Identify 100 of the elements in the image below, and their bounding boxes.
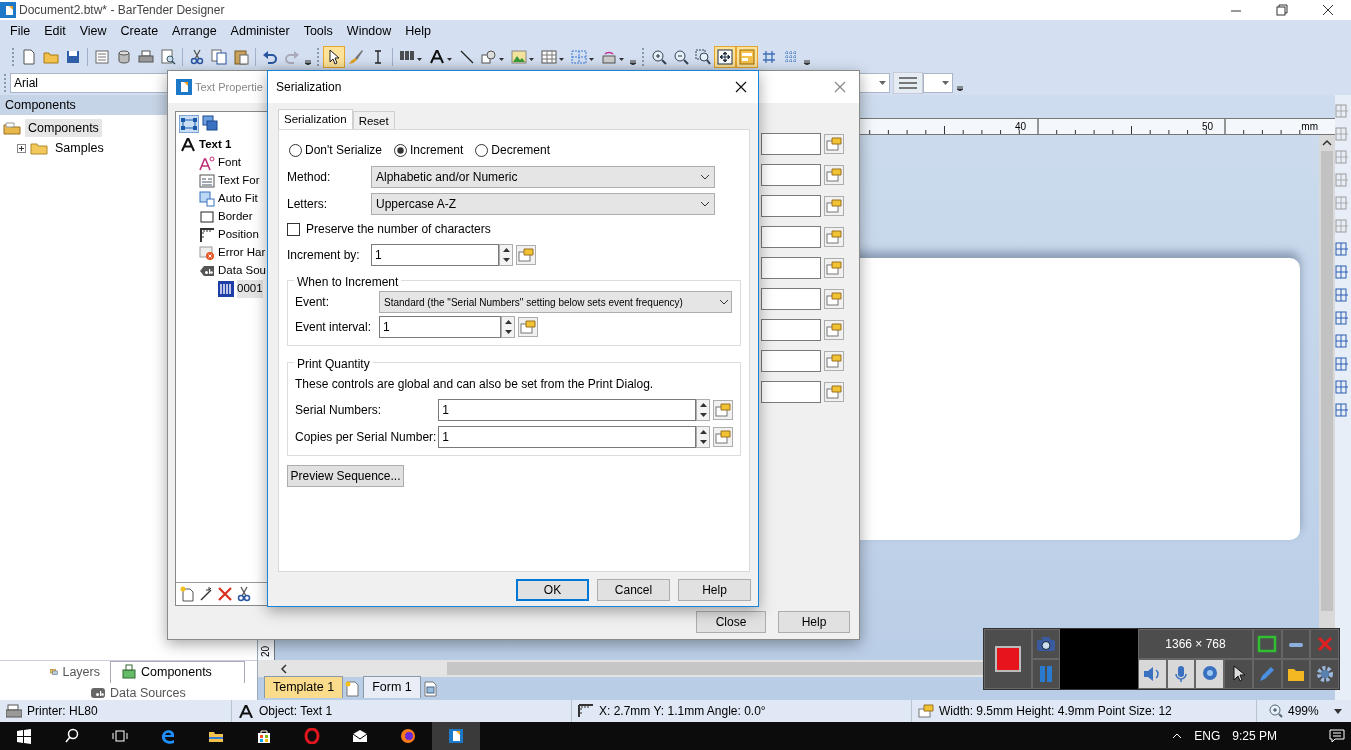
selection-icon[interactable] bbox=[180, 116, 198, 132]
properties-button[interactable] bbox=[824, 320, 844, 340]
menu-item[interactable]: Window bbox=[339, 22, 399, 41]
input-field[interactable] bbox=[761, 350, 821, 372]
camera-icon[interactable] bbox=[1036, 636, 1056, 652]
input-field[interactable] bbox=[761, 381, 821, 403]
wand-icon[interactable] bbox=[198, 586, 214, 602]
line-spacing-icon[interactable] bbox=[893, 71, 923, 94]
layers-icon[interactable] bbox=[202, 115, 218, 131]
up-arrow-icon[interactable] bbox=[502, 248, 510, 252]
radio-button[interactable] bbox=[289, 143, 302, 157]
dropdown-icon[interactable] bbox=[1333, 708, 1342, 714]
panel-tab[interactable]: Components bbox=[110, 661, 245, 683]
preview-button[interactable]: Preview Sequence... bbox=[287, 465, 404, 487]
dropdown-field[interactable] bbox=[858, 72, 890, 93]
tray-caret-icon[interactable] bbox=[1172, 733, 1183, 739]
panel-tab[interactable]: Data Sources bbox=[80, 682, 196, 704]
task-view-icon[interactable] bbox=[112, 728, 128, 744]
scissors-icon[interactable] bbox=[236, 586, 252, 602]
dropdown-field[interactable]: Standard (the "Serial Numbers" setting below sets event frequency) bbox=[379, 291, 732, 313]
align-icon[interactable] bbox=[1335, 310, 1349, 326]
record-button[interactable] bbox=[995, 646, 1021, 672]
tree-item[interactable]: Components bbox=[25, 118, 102, 138]
fit-icon[interactable] bbox=[714, 45, 736, 68]
input-field[interactable]: 1 bbox=[438, 426, 697, 448]
dropdown-field[interactable] bbox=[923, 72, 953, 93]
windows-icon[interactable] bbox=[16, 728, 32, 744]
browser-icon[interactable] bbox=[160, 728, 176, 744]
dialog-button[interactable]: Cancel bbox=[597, 579, 670, 601]
align-icon[interactable] bbox=[1335, 402, 1349, 418]
radio-label[interactable]: Increment bbox=[410, 141, 464, 159]
menu-item[interactable]: Tools bbox=[296, 22, 340, 41]
notification-icon[interactable] bbox=[1329, 729, 1345, 743]
input-field[interactable] bbox=[761, 257, 821, 279]
expand-icon[interactable] bbox=[17, 143, 26, 153]
tree-item[interactable]: Samples bbox=[52, 138, 107, 158]
down-arrow-icon[interactable] bbox=[502, 258, 510, 262]
tree-item[interactable]: Font bbox=[218, 154, 241, 172]
input-field[interactable]: 1 bbox=[438, 399, 697, 421]
properties-button[interactable] bbox=[824, 227, 844, 247]
clock[interactable]: 9:25 PM bbox=[1232, 727, 1277, 745]
input-field[interactable] bbox=[761, 195, 821, 217]
restore-button[interactable] bbox=[1273, 1, 1291, 19]
radio-label[interactable]: Don't Serialize bbox=[305, 141, 382, 159]
tree-item[interactable]: Auto Fit bbox=[218, 190, 258, 208]
template-tab[interactable]: Form 1 bbox=[363, 676, 421, 698]
close-icon[interactable] bbox=[735, 81, 747, 93]
properties-button[interactable] bbox=[824, 165, 844, 185]
spinner-control[interactable] bbox=[501, 316, 515, 338]
app-logo-icon[interactable] bbox=[448, 728, 464, 744]
checkbox[interactable] bbox=[287, 222, 300, 236]
dropdown-field[interactable]: Uppercase A-Z bbox=[371, 193, 715, 215]
menu-item[interactable]: Administer bbox=[223, 22, 297, 41]
bag-icon[interactable] bbox=[256, 728, 272, 744]
tree-item[interactable]: Text For bbox=[218, 172, 260, 190]
up-arrow-icon[interactable] bbox=[504, 320, 512, 324]
align-icon[interactable] bbox=[1335, 379, 1349, 395]
dialog-button[interactable]: OK bbox=[516, 579, 589, 601]
align-icon[interactable] bbox=[1335, 264, 1349, 280]
spinner-control[interactable] bbox=[696, 399, 711, 421]
delete-icon[interactable] bbox=[217, 586, 233, 602]
ring-icon[interactable] bbox=[304, 728, 320, 744]
checkbox-label[interactable]: Preserve the number of characters bbox=[306, 220, 491, 238]
radio-button[interactable] bbox=[394, 143, 407, 157]
input-field[interactable]: 1 bbox=[371, 244, 499, 266]
properties-button[interactable] bbox=[824, 289, 844, 309]
tree-item[interactable]: Error Har bbox=[218, 244, 266, 262]
tree-item[interactable]: Border bbox=[218, 208, 253, 226]
search-icon[interactable] bbox=[64, 728, 80, 744]
dropdown-field[interactable]: Alphabetic and/or Numeric bbox=[371, 166, 715, 188]
dialog-tab[interactable]: Reset bbox=[352, 111, 395, 129]
align-icon[interactable] bbox=[1335, 333, 1349, 349]
menu-item[interactable]: File bbox=[3, 22, 38, 41]
spinner-control[interactable] bbox=[499, 244, 513, 266]
properties-button[interactable] bbox=[824, 258, 844, 278]
input-field[interactable]: 1 bbox=[379, 316, 501, 338]
input-field[interactable] bbox=[761, 226, 821, 248]
down-arrow-icon[interactable] bbox=[699, 413, 707, 417]
align-icon[interactable] bbox=[1335, 356, 1349, 372]
menu-item[interactable]: Edit bbox=[37, 22, 73, 41]
panel-tab[interactable]: Layers bbox=[40, 661, 110, 683]
envelope-icon[interactable] bbox=[352, 728, 368, 744]
dialog-button[interactable]: Help bbox=[678, 579, 751, 601]
dialog-button[interactable]: Help bbox=[778, 611, 850, 633]
align-icon[interactable] bbox=[1335, 287, 1349, 303]
menu-item[interactable]: Create bbox=[113, 22, 166, 41]
tree-item[interactable]: Data Sou bbox=[218, 262, 266, 280]
tree-item[interactable]: Position bbox=[218, 226, 259, 244]
align-icon[interactable] bbox=[1335, 241, 1349, 257]
tree-item[interactable]: Text 1 bbox=[199, 136, 232, 154]
dialog-button[interactable]: Close bbox=[696, 611, 766, 633]
radio-label[interactable]: Decrement bbox=[491, 141, 551, 159]
menu-item[interactable]: Arrange bbox=[165, 22, 224, 41]
up-arrow-icon[interactable] bbox=[699, 430, 707, 434]
properties-button[interactable] bbox=[824, 134, 844, 154]
pointer-icon[interactable] bbox=[323, 45, 345, 68]
menu-item[interactable]: Help bbox=[398, 22, 438, 41]
down-arrow-icon[interactable] bbox=[699, 440, 707, 444]
caret-icon[interactable] bbox=[942, 80, 949, 85]
input-field[interactable] bbox=[761, 164, 821, 186]
